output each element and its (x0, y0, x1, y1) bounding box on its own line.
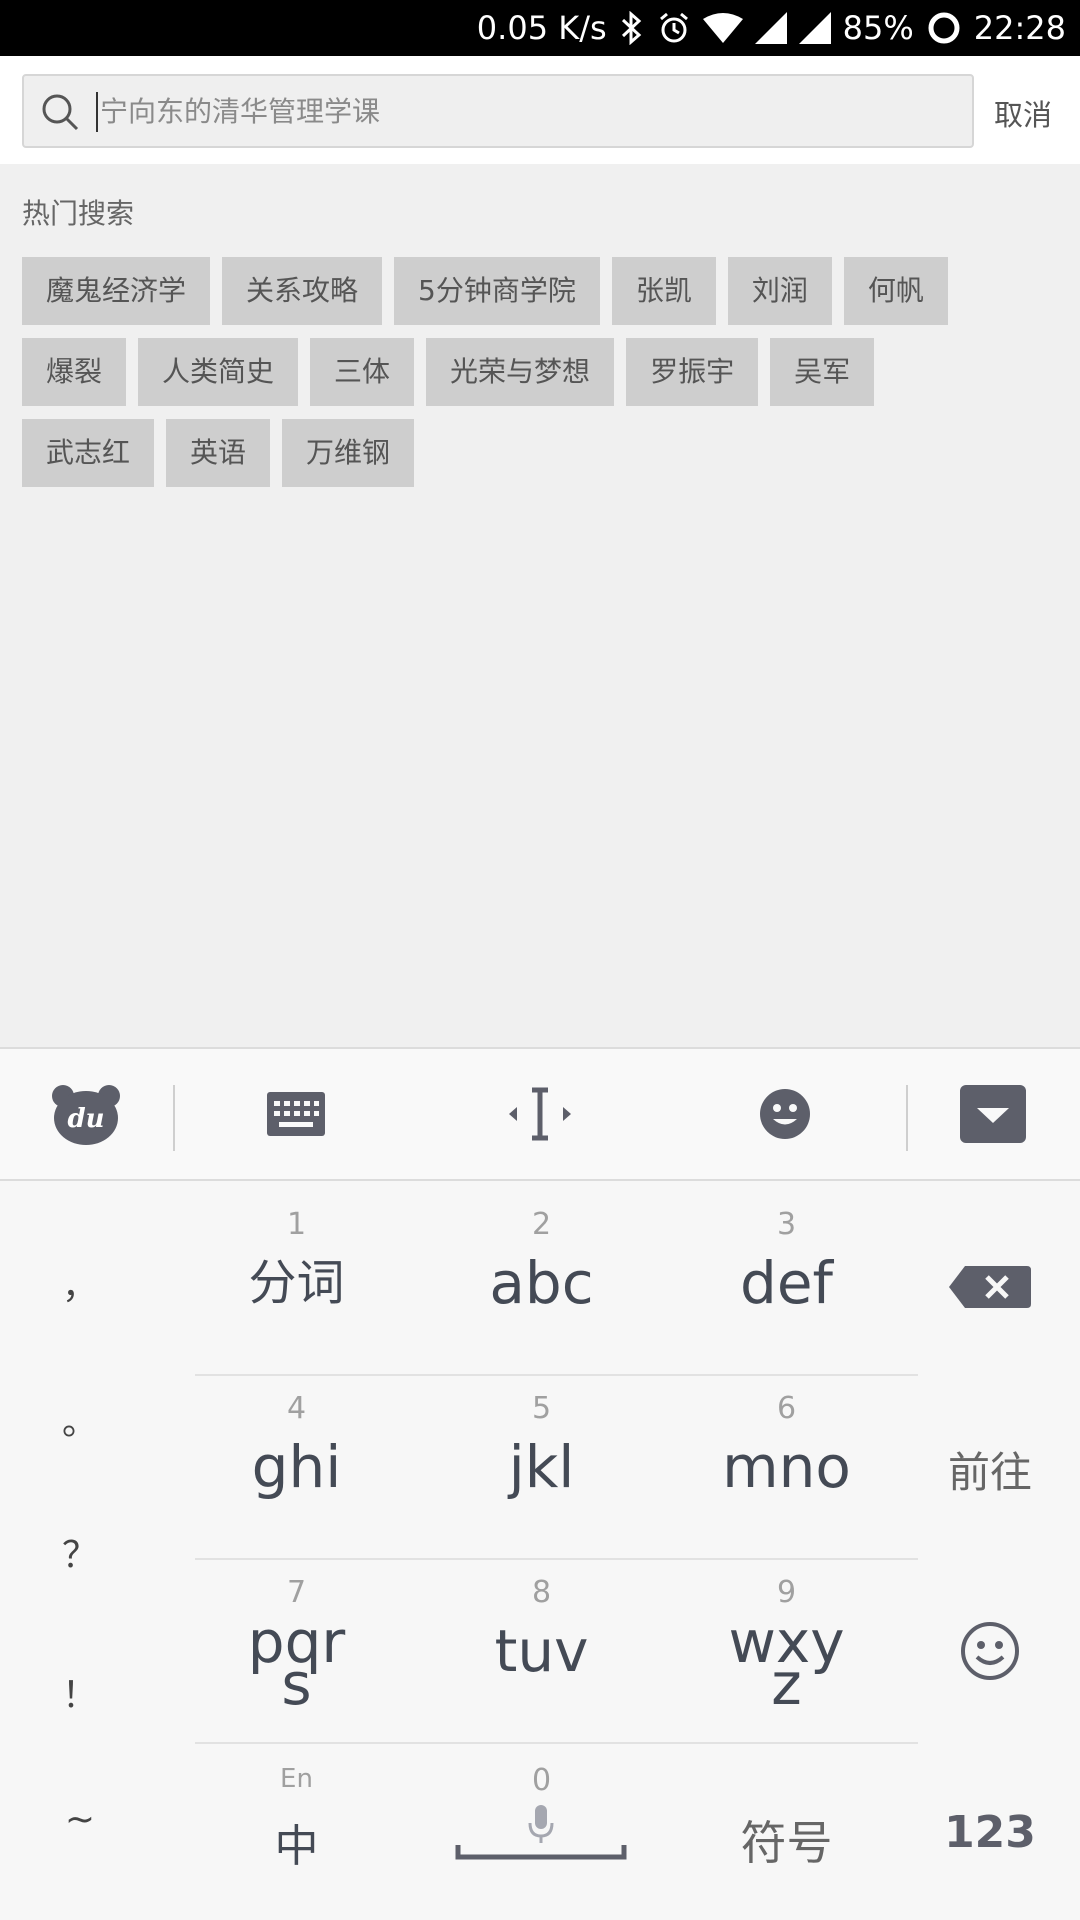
du-logo-text: du (67, 1104, 104, 1134)
alarm-icon (657, 11, 691, 45)
space-key[interactable]: 0 (419, 1761, 664, 1861)
key-label: 分词 (248, 1255, 345, 1311)
hot-search-tags: 魔鬼经济学 关系攻略 5分钟商学院 张凯 刘润 何帆 爆裂 人类简史 三体 光荣… (22, 257, 1062, 500)
key-label: jkl (508, 1433, 575, 1501)
network-speed: 0.05 K/s (476, 9, 607, 47)
hot-tag[interactable]: 魔鬼经济学 (22, 257, 211, 325)
key-label: abc (489, 1249, 594, 1317)
toolbar-divider (173, 1085, 175, 1151)
wifi-icon (702, 13, 743, 43)
keyboard-icon[interactable] (261, 1079, 331, 1149)
key-number: 9 (776, 1575, 797, 1610)
signal-icon (798, 12, 831, 44)
bluetooth-icon (619, 11, 645, 45)
cancel-button[interactable]: 取消 (994, 92, 1052, 134)
hot-tag[interactable]: 5分钟商学院 (394, 257, 600, 325)
search-header: 取消 (0, 56, 1080, 164)
period-key[interactable]: 。 (0, 1393, 160, 1445)
key-4[interactable]: 4 ghi (174, 1389, 419, 1501)
hot-tag[interactable]: 武志红 (22, 419, 155, 487)
key-number: 1 (286, 1207, 307, 1242)
key-number: 8 (531, 1575, 552, 1610)
symbols-key[interactable]: 符号 (664, 1807, 909, 1873)
question-key[interactable]: ？ (0, 1526, 160, 1578)
tilde-key[interactable]: ~ (0, 1799, 160, 1840)
t9-keyboard: ， 。 ？ ！ ~ 1 分词 2 abc 3 def 4 ghi 5 jkl 6… (0, 1181, 1080, 1920)
key-9[interactable]: 9 wxy z (664, 1573, 909, 1718)
battery-percent: 85% (842, 9, 914, 47)
screen: 0.05 K/s 85% 22:28 取消 (0, 0, 1080, 1920)
key-number: 5 (531, 1391, 552, 1426)
backspace-key[interactable] (920, 1266, 1060, 1312)
key-7[interactable]: 7 pqr s (174, 1573, 419, 1718)
search-icon (40, 92, 80, 132)
key-number: En (280, 1764, 313, 1794)
hot-tag[interactable]: 何帆 (843, 257, 948, 325)
key-divider (195, 1558, 918, 1560)
keyboard-toolbar: du (0, 1047, 1080, 1181)
language-switch-key[interactable]: En 中 (174, 1759, 419, 1875)
go-key[interactable]: 前往 (920, 1439, 1060, 1500)
emoji-key[interactable] (920, 1621, 1060, 1685)
hot-tag[interactable]: 罗振宇 (626, 338, 759, 406)
hot-tag[interactable]: 爆裂 (22, 338, 127, 406)
comma-key[interactable]: ， (0, 1257, 160, 1309)
emoji-face-icon[interactable] (750, 1079, 820, 1149)
hot-tag[interactable]: 三体 (310, 338, 415, 406)
key-label: 中 (274, 1821, 319, 1872)
tag-row: 武志红 英语 万维钢 (22, 419, 1062, 487)
key-8[interactable]: 8 tuv (419, 1573, 664, 1685)
tag-row: 魔鬼经济学 关系攻略 5分钟商学院 张凯 刘润 何帆 (22, 257, 1062, 325)
hot-tag[interactable]: 光荣与梦想 (426, 338, 615, 406)
key-label: pqr s (247, 1608, 346, 1718)
hot-tag[interactable]: 人类简史 (138, 338, 299, 406)
hot-search-title: 热门搜索 (22, 197, 135, 230)
du-bear-logo-icon[interactable]: du (51, 1079, 121, 1149)
space-bar-icon (455, 1845, 627, 1860)
numbers-key[interactable]: 123 (920, 1807, 1060, 1858)
text-cursor (96, 92, 98, 132)
key-label: wxy z (728, 1608, 845, 1718)
key-label: mno (722, 1433, 851, 1501)
hot-tag[interactable]: 英语 (166, 419, 271, 487)
key-6[interactable]: 6 mno (664, 1389, 909, 1501)
hot-tag[interactable]: 张凯 (611, 257, 716, 325)
hot-tag[interactable]: 刘润 (727, 257, 832, 325)
hot-tag[interactable]: 关系攻略 (222, 257, 383, 325)
key-number: 4 (286, 1391, 307, 1426)
key-number: 7 (286, 1575, 307, 1610)
search-box[interactable] (22, 74, 974, 148)
exclamation-key[interactable]: ！ (0, 1666, 160, 1718)
signal-icon (754, 12, 787, 44)
space-bar (419, 1801, 664, 1861)
key-3[interactable]: 3 def (664, 1205, 909, 1317)
key-number: 6 (776, 1391, 797, 1426)
key-5[interactable]: 5 jkl (419, 1389, 664, 1501)
backspace-icon (949, 1266, 1031, 1308)
tag-row: 爆裂 人类简史 三体 光荣与梦想 罗振宇 吴军 (22, 338, 1062, 406)
key-number: 0 (531, 1763, 552, 1798)
key-divider (195, 1742, 918, 1744)
smiley-icon (961, 1622, 1019, 1680)
clock-time: 22:28 (973, 9, 1066, 47)
key-label: def (740, 1249, 833, 1317)
key-divider (195, 1374, 918, 1376)
cursor-move-icon[interactable] (505, 1079, 575, 1149)
key-1[interactable]: 1 分词 (174, 1205, 419, 1311)
key-label: tuv (494, 1617, 589, 1685)
key-label: ghi (251, 1433, 342, 1501)
key-2[interactable]: 2 abc (419, 1205, 664, 1317)
battery-ring-icon (926, 10, 962, 46)
search-input[interactable] (100, 76, 960, 146)
status-bar: 0.05 K/s 85% 22:28 (0, 0, 1080, 56)
key-number: 2 (531, 1207, 552, 1242)
hide-keyboard-icon[interactable] (958, 1079, 1028, 1149)
hot-tag[interactable]: 万维钢 (282, 419, 415, 487)
microphone-icon (528, 1805, 554, 1843)
hot-tag[interactable]: 吴军 (770, 338, 875, 406)
key-number: 3 (776, 1207, 797, 1242)
toolbar-divider (906, 1085, 908, 1151)
